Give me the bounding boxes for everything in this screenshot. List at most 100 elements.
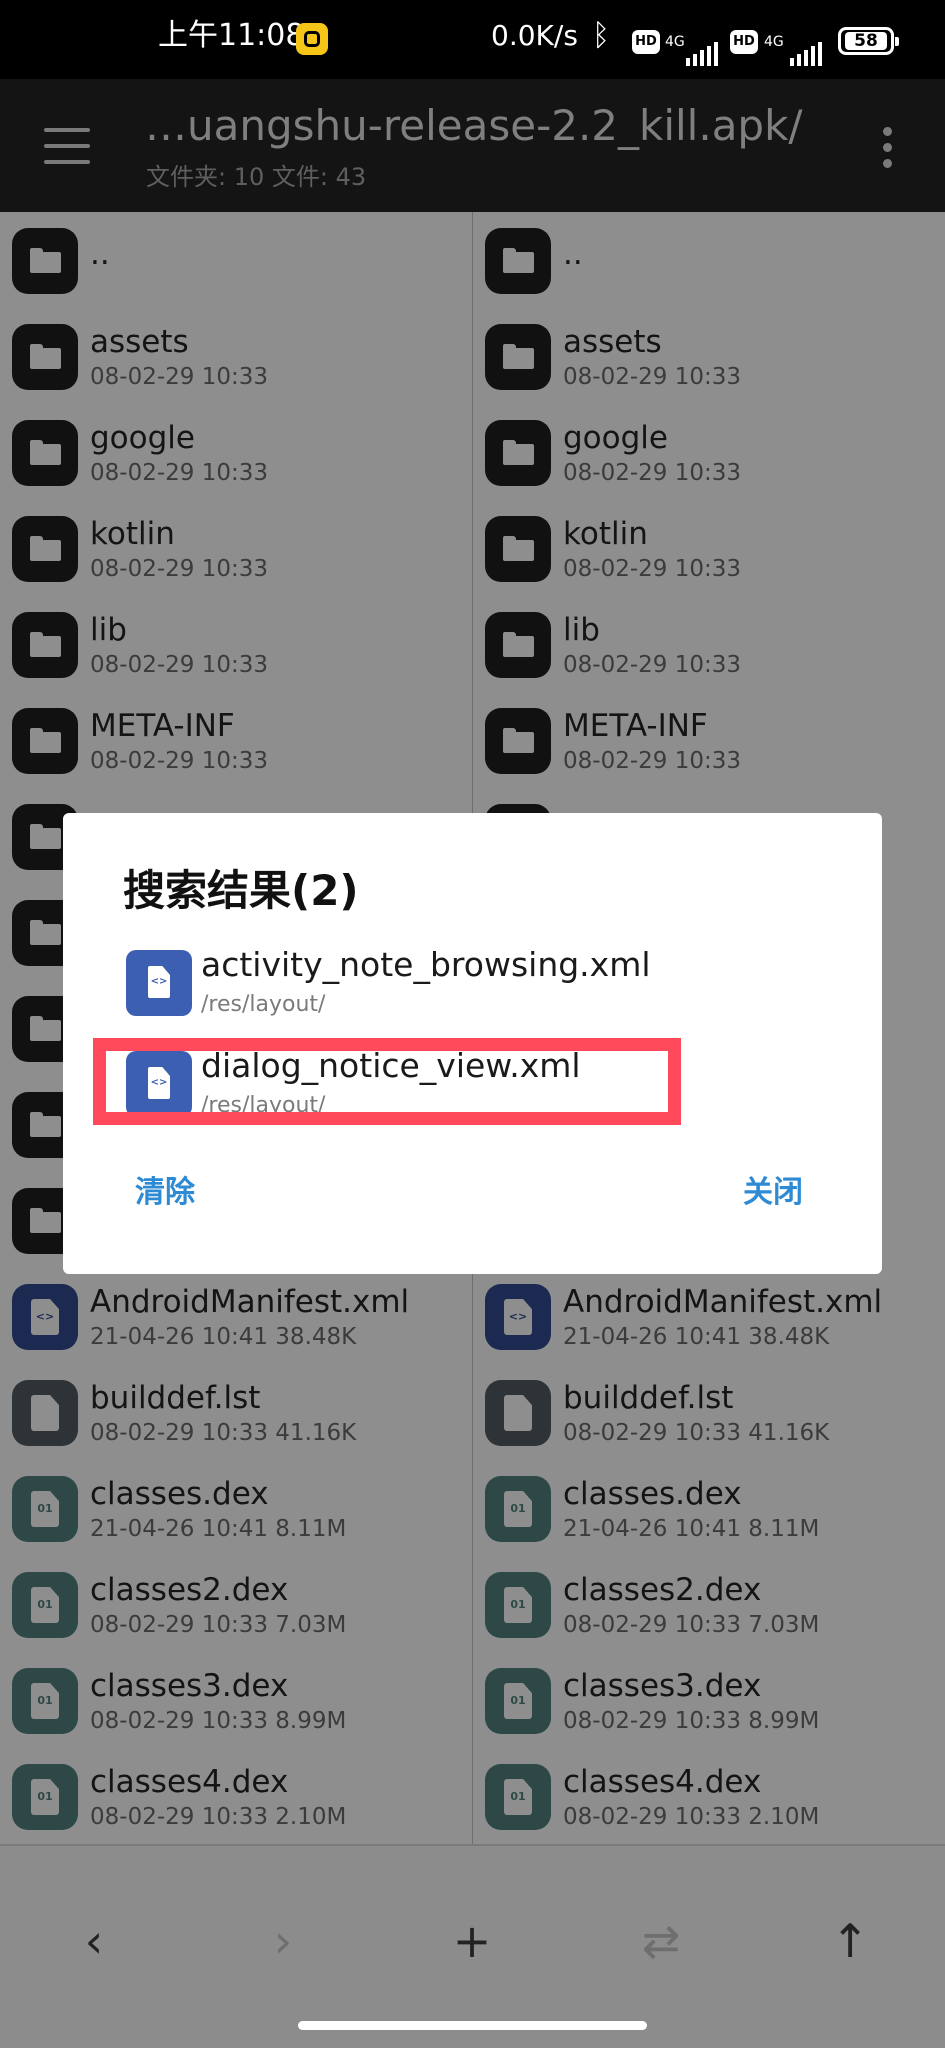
- file-type-glyph: 01: [510, 1598, 526, 1611]
- folder-icon: [485, 324, 551, 390]
- folder-icon: [485, 228, 551, 294]
- folder-icon: [12, 612, 78, 678]
- folder-icon: [485, 708, 551, 774]
- parent-directory-row[interactable]: ..: [0, 214, 472, 310]
- file-meta: 08-02-29 10:33: [563, 364, 741, 390]
- path-title: …uangshu-release-2.2_kill.apk/: [145, 101, 803, 150]
- folder-icon: [485, 612, 551, 678]
- file-row[interactable]: 01 classes3.dex 08-02-29 10:33 8.99M: [0, 1654, 472, 1750]
- add-button[interactable]: +: [437, 1906, 507, 1976]
- file-type-glyph: 01: [37, 1502, 53, 1515]
- file-meta: 08-02-29 10:33 41.16K: [90, 1420, 357, 1446]
- file-row[interactable]: 01 classes.dex 21-04-26 10:41 8.11M: [473, 1462, 945, 1558]
- file-row[interactable]: 01 classes2.dex 08-02-29 10:33 7.03M: [0, 1558, 472, 1654]
- file-name: builddef.lst: [90, 1380, 261, 1416]
- file-meta: 21-04-26 10:41 8.11M: [90, 1516, 347, 1542]
- folder-icon: [12, 420, 78, 486]
- file-name: classes.dex: [563, 1476, 742, 1512]
- file-row[interactable]: assets 08-02-29 10:33: [473, 310, 945, 406]
- file-meta: 08-02-29 10:33 7.03M: [90, 1612, 347, 1638]
- folder-icon: [12, 324, 78, 390]
- file-meta: 21-04-26 10:41 8.11M: [563, 1516, 820, 1542]
- signal-label-1: 4G: [665, 34, 685, 50]
- document-icon: [12, 1380, 78, 1446]
- search-result-item[interactable]: <> activity_note_browsing.xml /res/layou…: [123, 945, 823, 1030]
- file-row[interactable]: 01 classes2.dex 08-02-29 10:33 7.03M: [473, 1558, 945, 1654]
- file-row[interactable]: <> AndroidManifest.xml 21-04-26 10:41 38.4…: [0, 1270, 472, 1366]
- status-bar: 上午11:08 0.0K/s ᛒ HD 4G HD 4G 58: [0, 0, 945, 79]
- xml-file-icon: <>: [485, 1284, 551, 1350]
- file-name: assets: [90, 324, 189, 360]
- file-meta: 08-02-29 10:33: [90, 556, 268, 582]
- file-row[interactable]: <> AndroidManifest.xml 21-04-26 10:41 38.4…: [473, 1270, 945, 1366]
- signal-icon-1: [686, 40, 718, 66]
- file-row[interactable]: 01 classes3.dex 08-02-29 10:33 8.99M: [473, 1654, 945, 1750]
- swap-panes-button[interactable]: ⇄: [626, 1906, 696, 1976]
- file-name: META-INF: [563, 708, 708, 744]
- more-options-icon[interactable]: [880, 127, 894, 171]
- file-name: ..: [563, 236, 583, 272]
- file-meta: 08-02-29 10:33: [563, 748, 741, 774]
- file-meta: 08-02-29 10:33 41.16K: [563, 1420, 830, 1446]
- file-row[interactable]: kotlin 08-02-29 10:33: [0, 502, 472, 598]
- file-row[interactable]: 01 classes.dex 21-04-26 10:41 8.11M: [0, 1462, 472, 1558]
- back-button[interactable]: ‹: [59, 1906, 129, 1976]
- file-meta: 21-04-26 10:41 38.48K: [90, 1324, 357, 1350]
- folder-icon: [12, 228, 78, 294]
- file-type-glyph: 01: [510, 1694, 526, 1707]
- file-row[interactable]: google 08-02-29 10:33: [473, 406, 945, 502]
- signal-icon-2: [790, 40, 822, 66]
- result-path: /res/layout/: [201, 992, 326, 1017]
- file-type-glyph: 01: [37, 1790, 53, 1803]
- network-speed: 0.0K/s: [491, 19, 578, 52]
- file-name: classes2.dex: [90, 1572, 289, 1608]
- file-name: classes4.dex: [563, 1764, 762, 1800]
- file-type-glyph: 01: [37, 1694, 53, 1707]
- folder-icon: [485, 420, 551, 486]
- result-name: activity_note_browsing.xml: [201, 945, 651, 984]
- file-meta: 08-02-29 10:33: [90, 364, 268, 390]
- parent-directory-row[interactable]: ..: [473, 214, 945, 310]
- folder-icon: [12, 708, 78, 774]
- clear-button[interactable]: 清除: [135, 1173, 195, 1213]
- bluetooth-icon: ᛒ: [592, 18, 610, 53]
- file-name: google: [563, 420, 668, 456]
- dex-file-icon: 01: [12, 1668, 78, 1734]
- folder-file-counts: 文件夹: 10 文件: 43: [146, 163, 367, 191]
- home-indicator[interactable]: [298, 2021, 647, 2030]
- file-meta: 08-02-29 10:33: [90, 460, 268, 486]
- file-meta: 08-02-29 10:33 2.10M: [563, 1804, 820, 1830]
- file-name: META-INF: [90, 708, 235, 744]
- dex-file-icon: 01: [485, 1764, 551, 1830]
- document-icon: [485, 1380, 551, 1446]
- dialog-title: 搜索结果(2): [123, 866, 359, 915]
- xml-file-icon: <>: [126, 950, 192, 1016]
- file-row[interactable]: lib 08-02-29 10:33: [0, 598, 472, 694]
- close-button[interactable]: 关闭: [743, 1173, 803, 1213]
- file-name: classes3.dex: [90, 1668, 289, 1704]
- forward-button[interactable]: ›: [248, 1906, 318, 1976]
- file-row[interactable]: google 08-02-29 10:33: [0, 406, 472, 502]
- highlight-annotation-box: [93, 1038, 681, 1125]
- file-row[interactable]: builddef.lst 08-02-29 10:33 41.16K: [0, 1366, 472, 1462]
- file-type-glyph: <>: [35, 1310, 55, 1323]
- file-row[interactable]: META-INF 08-02-29 10:33: [473, 694, 945, 790]
- file-row[interactable]: kotlin 08-02-29 10:33: [473, 502, 945, 598]
- menu-icon[interactable]: [44, 128, 90, 164]
- file-name: AndroidManifest.xml: [563, 1284, 883, 1320]
- file-row[interactable]: 01 classes4.dex 08-02-29 10:33 2.10M: [473, 1750, 945, 1844]
- file-name: lib: [90, 612, 127, 648]
- file-meta: 08-02-29 10:33: [563, 460, 741, 486]
- file-meta: 08-02-29 10:33: [90, 748, 268, 774]
- file-row[interactable]: builddef.lst 08-02-29 10:33 41.16K: [473, 1366, 945, 1462]
- file-name: builddef.lst: [563, 1380, 734, 1416]
- file-row[interactable]: assets 08-02-29 10:33: [0, 310, 472, 406]
- file-row[interactable]: META-INF 08-02-29 10:33: [0, 694, 472, 790]
- file-name: ..: [90, 236, 110, 272]
- battery-level: 58: [845, 32, 887, 50]
- file-row[interactable]: 01 classes4.dex 08-02-29 10:33 2.10M: [0, 1750, 472, 1844]
- up-directory-button[interactable]: ↑: [815, 1906, 885, 1976]
- file-row[interactable]: lib 08-02-29 10:33: [473, 598, 945, 694]
- file-meta: 08-02-29 10:33 2.10M: [90, 1804, 347, 1830]
- folder-icon: [12, 516, 78, 582]
